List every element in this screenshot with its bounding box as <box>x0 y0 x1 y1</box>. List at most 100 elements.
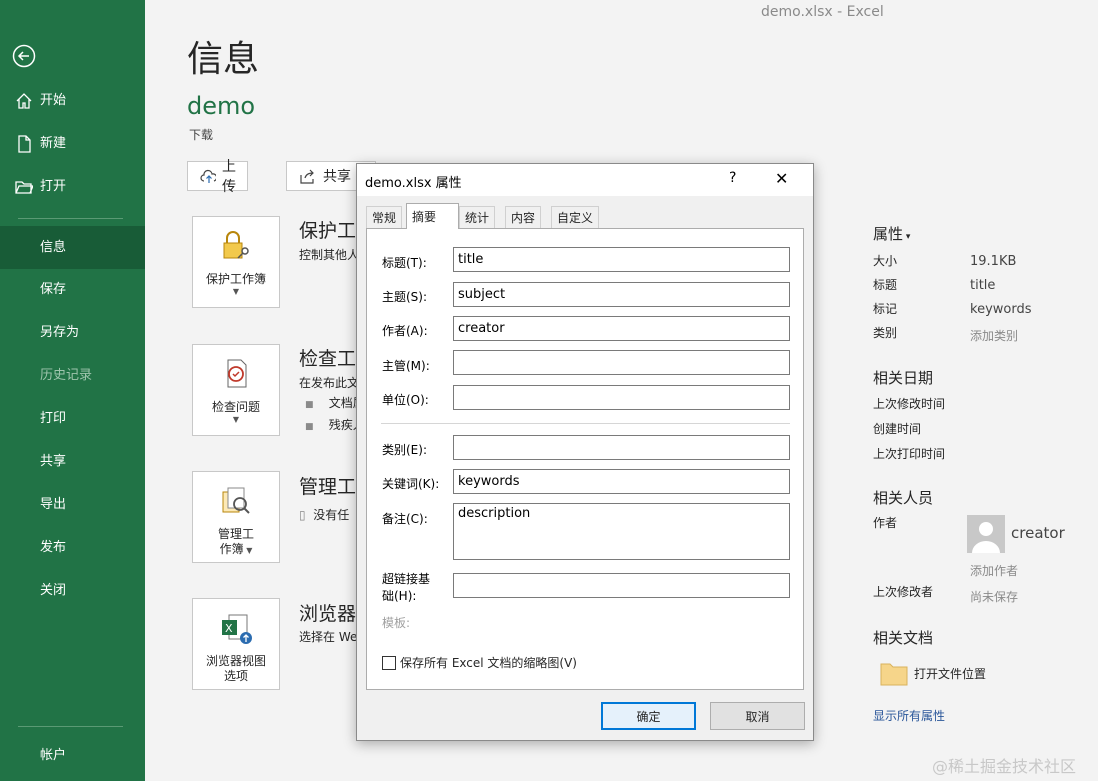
sidebar-item-home[interactable]: 开始 <box>0 81 145 121</box>
browser-title: 浏览器 <box>299 603 357 625</box>
home-icon <box>14 81 34 121</box>
last-modified-by-value: 尚未保存 <box>970 590 1019 604</box>
properties-dialog: demo.xlsx 属性 ? ✕ 常规 摘要 统计 内容 自定义 标题(T): … <box>356 163 814 741</box>
manager-field-label: 主管(M): <box>382 359 430 373</box>
svg-text:X: X <box>225 622 233 635</box>
tags-value[interactable]: keywords <box>970 302 1031 317</box>
title-value[interactable]: title <box>970 278 995 293</box>
category-field-label: 类别(E): <box>382 443 427 457</box>
browser-view-options-button[interactable]: X 浏览器视图 选项 <box>192 598 280 690</box>
protect-workbook-label: 保护工作簿 <box>205 272 266 286</box>
document-name: demo <box>187 92 256 120</box>
document-icon: ▯ <box>299 508 306 522</box>
sidebar-divider <box>18 726 123 727</box>
comments-field-label: 备注(C): <box>382 512 428 526</box>
tags-label: 标记 <box>873 302 898 316</box>
close-icon: ✕ <box>775 169 789 188</box>
avatar <box>967 515 1005 553</box>
person-icon <box>972 522 1000 553</box>
back-arrow-icon <box>12 44 36 68</box>
dialog-titlebar: demo.xlsx 属性 ? ✕ <box>357 164 813 196</box>
cloud-upload-icon <box>200 169 217 183</box>
tab-general[interactable]: 常规 <box>366 206 403 228</box>
tab-statistics[interactable]: 统计 <box>459 206 496 228</box>
author-name: creator <box>1011 524 1065 542</box>
window-title: demo.xlsx - Excel <box>761 4 884 20</box>
open-folder-icon <box>14 167 34 207</box>
open-file-location-button[interactable]: 打开文件位置 <box>880 660 986 686</box>
category-field[interactable] <box>453 435 790 460</box>
sidebar-item-new[interactable]: 新建 <box>0 124 145 164</box>
help-button[interactable]: ? <box>729 170 736 186</box>
sidebar-item-label: 开始 <box>40 93 67 108</box>
manage-workbook-label: 管理工 <box>217 527 254 541</box>
manager-field[interactable] <box>453 350 790 375</box>
window-app-name: Excel <box>846 4 884 20</box>
upload-button[interactable]: 上传 <box>187 159 248 195</box>
sidebar-item-open[interactable]: 打开 <box>0 167 145 207</box>
hyperlink-base-label-line: 超链接基 <box>382 572 431 586</box>
sidebar-item-save-as[interactable]: 另存为 <box>0 313 145 353</box>
keywords-field[interactable] <box>453 469 790 494</box>
protect-workbook-button[interactable]: 保护工作簿 ▼ <box>192 216 280 308</box>
sidebar-item-label: 共享 <box>40 454 67 469</box>
sidebar-item-label: 发布 <box>40 540 67 555</box>
hyperlink-base-field[interactable] <box>453 573 790 598</box>
share-label: 共享 <box>323 169 351 185</box>
subject-field[interactable] <box>453 282 790 307</box>
comments-field[interactable]: description <box>453 503 790 560</box>
ok-button[interactable]: 确定 <box>601 702 696 730</box>
browser-description: 选择在 We <box>299 630 358 644</box>
add-category-field[interactable]: 添加类别 <box>970 327 1018 344</box>
sidebar-item-publish[interactable]: 发布 <box>0 528 145 568</box>
author-field[interactable] <box>453 316 790 341</box>
add-author-link[interactable]: 添加作者 <box>970 562 1018 579</box>
hyperlink-base-label-line: 础(H): <box>382 589 417 603</box>
window-file-name: demo.xlsx <box>761 4 833 20</box>
sidebar-item-close[interactable]: 关闭 <box>0 571 145 611</box>
cancel-button[interactable]: 取消 <box>710 702 805 730</box>
keywords-field-label: 关键词(K): <box>382 477 440 491</box>
chevron-down-icon: ▼ <box>243 546 253 555</box>
properties-heading[interactable]: 属性 ▾ <box>873 223 910 244</box>
lock-key-icon <box>223 231 249 259</box>
inspect-title: 检查工 <box>299 348 357 370</box>
size-value: 19.1KB <box>970 254 1017 269</box>
show-all-properties-link[interactable]: 显示所有属性 <box>873 707 945 724</box>
category-label: 类别 <box>873 326 898 340</box>
tab-contents[interactable]: 内容 <box>505 206 542 228</box>
sidebar-item-label: 信息 <box>40 240 67 255</box>
sidebar-item-print[interactable]: 打印 <box>0 399 145 439</box>
manage-description: ▯ 没有任 <box>299 506 349 523</box>
title-field[interactable] <box>453 247 790 272</box>
check-issues-label: 检查问题 <box>211 400 260 414</box>
protect-title: 保护工 <box>299 220 357 242</box>
sidebar-item-save[interactable]: 保存 <box>0 270 145 310</box>
check-issues-button[interactable]: 检查问题 ▼ <box>192 344 280 436</box>
manage-workbook-button[interactable]: 管理工 作簿 ▼ <box>192 471 280 563</box>
sidebar-item-history[interactable]: 历史记录 <box>0 356 145 396</box>
browser-view-options-label: 选项 <box>223 669 248 683</box>
manage-title: 管理工 <box>299 476 357 498</box>
size-label: 大小 <box>873 254 898 268</box>
manage-workbook-icon <box>222 487 250 514</box>
tab-summary[interactable]: 摘要 <box>406 203 459 229</box>
fields-divider <box>381 423 790 424</box>
manage-description-text: 没有任 <box>313 508 350 522</box>
save-thumbnails-checkbox[interactable]: 保存所有 Excel 文档的缩略图(V) <box>382 654 577 671</box>
hyperlink-base-label: 超链接基础(H): <box>382 571 430 605</box>
sidebar-divider <box>18 218 123 219</box>
sidebar-item-export[interactable]: 导出 <box>0 485 145 525</box>
sidebar-item-account[interactable]: 帐户 <box>0 736 145 776</box>
close-button[interactable]: ✕ <box>775 169 788 188</box>
checkbox-box[interactable] <box>382 655 396 670</box>
related-docs-heading: 相关文档 <box>873 629 934 647</box>
back-button[interactable] <box>12 44 36 68</box>
sidebar-item-share[interactable]: 共享 <box>0 442 145 482</box>
tab-custom[interactable]: 自定义 <box>551 206 600 228</box>
subject-field-label: 主题(S): <box>382 290 428 304</box>
related-dates-heading: 相关日期 <box>873 369 934 387</box>
sidebar-item-info[interactable]: 信息 <box>0 226 145 269</box>
share-icon <box>300 169 314 184</box>
company-field[interactable] <box>453 385 790 410</box>
